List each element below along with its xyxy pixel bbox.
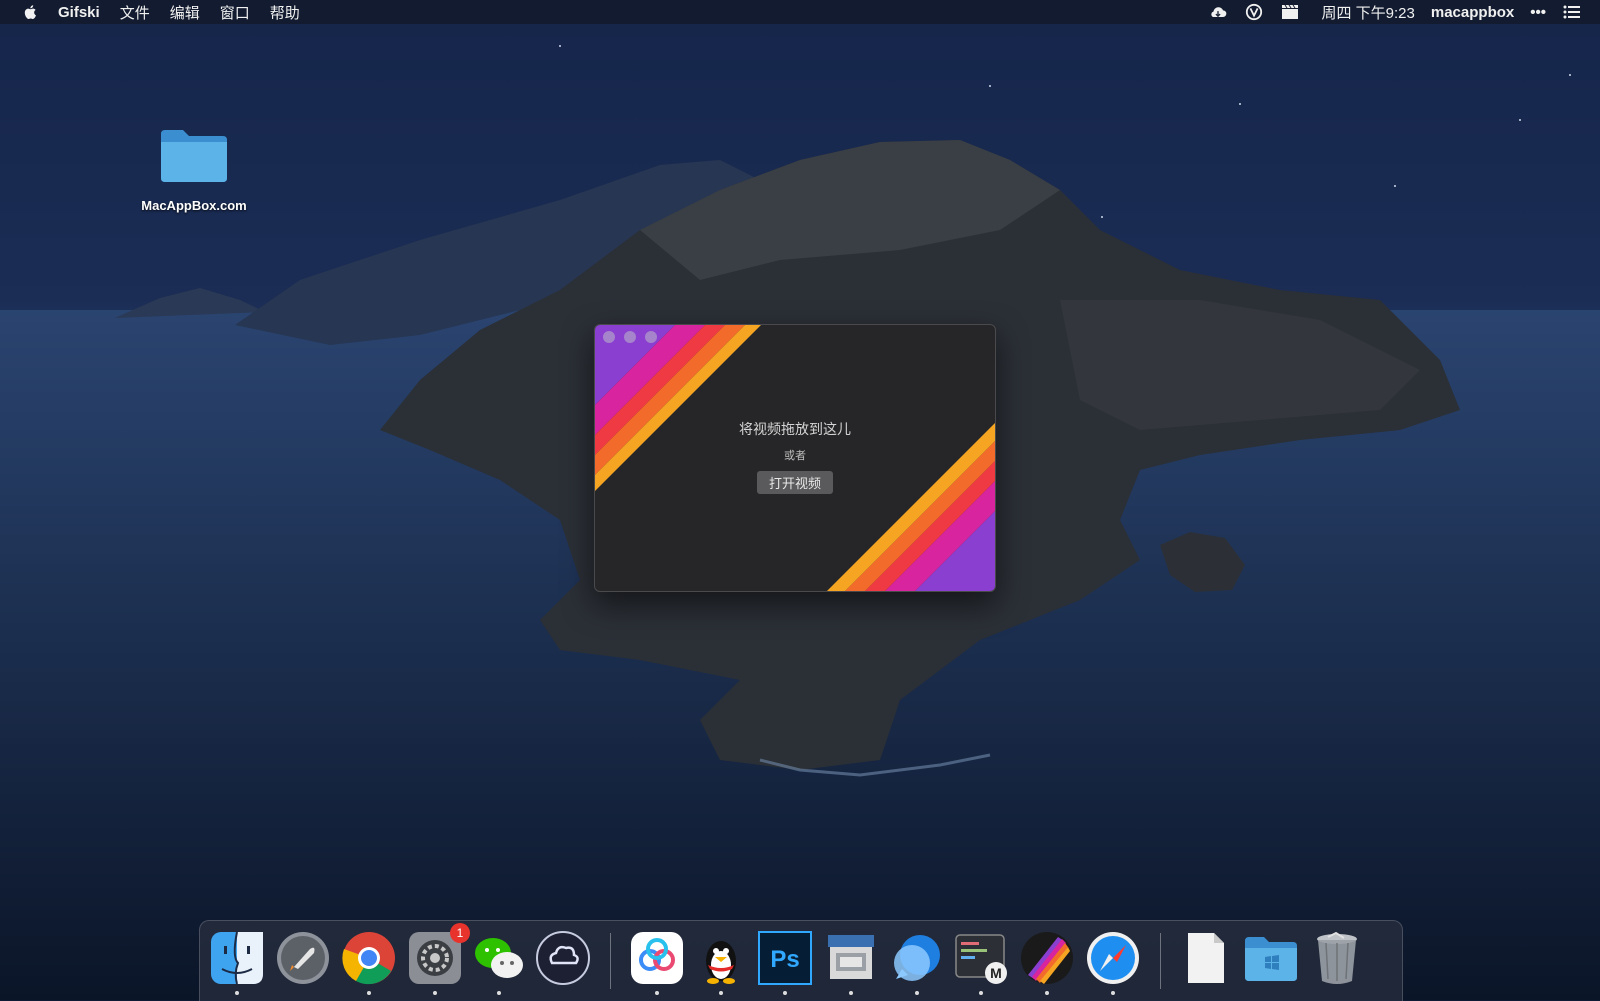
- menu-bar: Gifski 文件 编辑 窗口 帮助 周四 下午9:23 macappbox •…: [0, 0, 1600, 24]
- cloud-app-icon: [536, 931, 590, 985]
- zoom-button[interactable]: [645, 331, 657, 343]
- dock-trash[interactable]: [1308, 929, 1366, 987]
- dock-finder[interactable]: [208, 929, 266, 995]
- menu-app-name[interactable]: Gifski: [58, 4, 100, 21]
- clapperboard-icon[interactable]: [1280, 3, 1300, 21]
- running-indicator: [915, 991, 919, 995]
- dock-separator: [1160, 933, 1161, 989]
- chat-bubble-icon: [894, 935, 940, 981]
- clock[interactable]: 周四 下午9:23: [1322, 2, 1415, 23]
- gifski-window[interactable]: 将视频拖放到这儿 或者 打开视频: [594, 324, 996, 592]
- dock-windows-folder[interactable]: [1242, 929, 1300, 987]
- drop-zone[interactable]: 将视频拖放到这儿 或者 打开视频: [595, 419, 995, 494]
- menu-window[interactable]: 窗口: [220, 2, 250, 23]
- running-indicator: [849, 991, 853, 995]
- running-indicator: [497, 991, 501, 995]
- svg-text:M: M: [990, 965, 1002, 981]
- open-video-button[interactable]: 打开视频: [756, 471, 833, 494]
- wechat-icon: [475, 938, 523, 978]
- dock-code-editor[interactable]: M: [952, 929, 1010, 995]
- dock-chat-bubble-app[interactable]: [888, 929, 946, 995]
- or-text: 或者: [784, 450, 806, 462]
- baidu-netdisk-icon: [631, 932, 683, 984]
- chrome-icon: [342, 932, 395, 985]
- dock-baidu-netdisk[interactable]: [628, 929, 686, 995]
- dock: 1 Ps M: [199, 920, 1403, 1001]
- dock-photoshop[interactable]: Ps: [756, 929, 814, 995]
- folder-icon: [161, 130, 227, 182]
- window-controls: [603, 331, 666, 343]
- cloud-icon[interactable]: [1208, 3, 1228, 21]
- dock-separator: [610, 933, 611, 989]
- notification-center-icon[interactable]: [1562, 3, 1582, 21]
- screenshot-app-icon: [828, 935, 874, 979]
- running-indicator: [783, 991, 787, 995]
- dock-cloud-app[interactable]: [534, 929, 592, 987]
- finder-icon: [211, 931, 263, 985]
- dock-qq[interactable]: [692, 929, 750, 995]
- svg-text:Ps: Ps: [770, 946, 799, 973]
- drop-title: 将视频拖放到这儿: [739, 421, 851, 437]
- safari-compass-icon: [1087, 932, 1139, 984]
- gifski-icon: [1021, 932, 1073, 984]
- rocket-icon: [277, 932, 329, 984]
- folder-label: MacAppBox.com: [141, 198, 247, 213]
- windows-folder-icon: [1245, 937, 1297, 981]
- code-editor-icon: M: [955, 934, 1007, 984]
- dock-safari[interactable]: [1084, 929, 1142, 995]
- running-indicator: [719, 991, 723, 995]
- dock-screenshot-app[interactable]: [822, 929, 880, 995]
- menu-help[interactable]: 帮助: [270, 2, 300, 23]
- running-indicator: [979, 991, 983, 995]
- running-indicator: [433, 991, 437, 995]
- desktop-folder[interactable]: MacAppBox.com: [126, 128, 262, 213]
- running-indicator: [1111, 991, 1115, 995]
- document-icon: [1188, 933, 1224, 983]
- running-indicator: [235, 991, 239, 995]
- running-indicator: [1045, 991, 1049, 995]
- running-indicator: [367, 991, 371, 995]
- dock-chrome[interactable]: [340, 929, 398, 995]
- more-menu-icon[interactable]: •••: [1530, 4, 1546, 21]
- notification-badge: 1: [450, 923, 470, 943]
- trash-icon: [1317, 931, 1357, 984]
- dock-document[interactable]: [1176, 929, 1234, 987]
- vpn-icon[interactable]: [1244, 3, 1264, 21]
- running-indicator: [655, 991, 659, 995]
- dock-gifski[interactable]: [1018, 929, 1076, 995]
- dock-wechat[interactable]: [470, 929, 528, 995]
- dock-launchpad[interactable]: [274, 929, 332, 987]
- apple-menu-icon[interactable]: [22, 3, 40, 21]
- minimize-button[interactable]: [624, 331, 636, 343]
- dock-system-preferences[interactable]: 1: [406, 923, 470, 995]
- menu-file[interactable]: 文件: [120, 2, 150, 23]
- user-name[interactable]: macappbox: [1431, 4, 1514, 21]
- menu-edit[interactable]: 编辑: [170, 2, 200, 23]
- qq-penguin-icon: [706, 941, 736, 984]
- close-button[interactable]: [603, 331, 615, 343]
- photoshop-icon: Ps: [758, 931, 812, 985]
